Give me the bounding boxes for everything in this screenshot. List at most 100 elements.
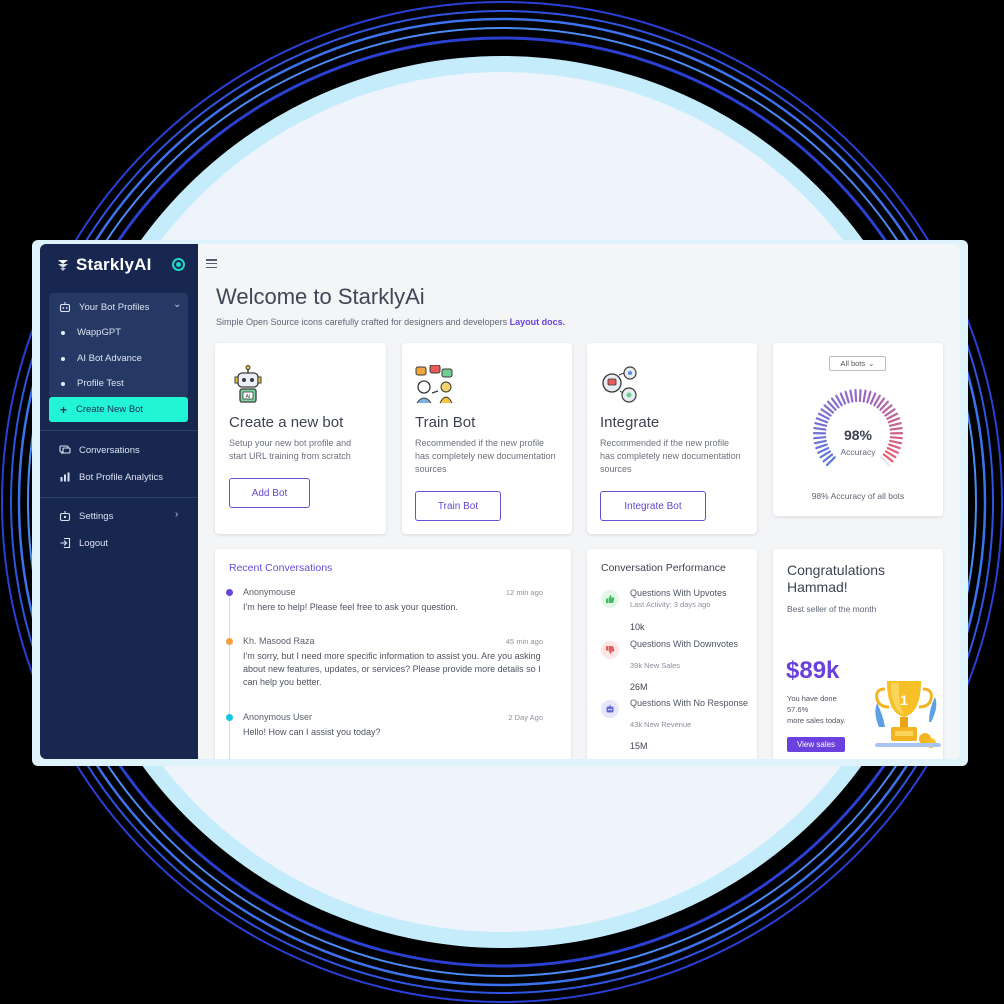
sidebar-item-bot-profiles[interactable]: Your Bot Profiles bbox=[59, 301, 149, 313]
card-title: Create a new bot bbox=[229, 414, 344, 431]
svg-text:AI: AI bbox=[246, 394, 251, 400]
sidebar-divider bbox=[40, 497, 198, 498]
gauge-tick bbox=[849, 389, 854, 403]
congratulations-card: Congratulations Hammad! Best seller of t… bbox=[773, 549, 943, 759]
sidebar-item-label: Conversations bbox=[79, 444, 140, 456]
create-bot-card: AI Create a new bot Setup your new bot p… bbox=[215, 343, 386, 534]
conversation-time: 12 min ago bbox=[505, 588, 543, 597]
bullet-icon bbox=[61, 330, 65, 335]
sidebar: StarklyAI Your Bot Profiles ⌄ WappGPT AI… bbox=[40, 244, 198, 759]
train-bot-button[interactable]: Train Bot bbox=[415, 491, 501, 521]
integrate-bot-button[interactable]: Integrate Bot bbox=[600, 491, 706, 521]
page-title: Welcome to StarklyAi bbox=[216, 284, 425, 309]
create-new-bot-label: Create New Bot bbox=[76, 404, 144, 415]
layout-docs-link[interactable]: Layout docs. bbox=[510, 317, 566, 327]
conversation-time: 2 Day Ago bbox=[508, 713, 543, 722]
status-dot bbox=[226, 638, 233, 645]
chat-icon bbox=[59, 444, 71, 456]
gauge-tick bbox=[854, 388, 858, 403]
sales-line-2: 57.6% bbox=[787, 705, 809, 714]
bullet-icon bbox=[61, 356, 65, 361]
timeline-line bbox=[229, 591, 230, 759]
page-subtitle: Simple Open Source icons carefully craft… bbox=[216, 317, 565, 327]
performance-title: Conversation Performance bbox=[601, 562, 726, 574]
sidebar-item-label: WappGPT bbox=[77, 327, 121, 338]
gauge-tick bbox=[844, 390, 850, 404]
performance-name: Questions With Downvotes bbox=[630, 639, 739, 649]
trophy-icon: 1 bbox=[875, 681, 941, 748]
performance-name: Questions With No Response bbox=[630, 698, 749, 708]
main-content: Welcome to StarklyAi Simple Open Source … bbox=[198, 244, 960, 759]
sidebar-item-label: Profile Test bbox=[77, 378, 124, 389]
bot-face-icon bbox=[601, 700, 619, 718]
performance-value: 10k bbox=[630, 622, 645, 632]
conversation-message: I'm sorry, but I need more specific info… bbox=[243, 651, 541, 687]
brand[interactable]: StarklyAI bbox=[56, 254, 152, 276]
add-bot-button[interactable]: Add Bot bbox=[229, 478, 310, 508]
integrate-card: Integrate Recommended if the new profile… bbox=[587, 343, 757, 534]
integration-gears-icon bbox=[602, 366, 637, 403]
thumbs-down-icon bbox=[601, 641, 619, 659]
congrats-subtitle: Best seller of the month bbox=[787, 604, 877, 614]
gauge-tick bbox=[869, 392, 877, 405]
card-description: Setup your new bot profile and start URL… bbox=[229, 438, 352, 461]
sidebar-item-settings[interactable]: Settings bbox=[59, 510, 113, 522]
menu-icon[interactable] bbox=[206, 259, 217, 268]
accuracy-card: All bots ⌄ 98% Accuracy 98% Accuracy of … bbox=[773, 343, 943, 516]
thumbs-up-icon bbox=[601, 590, 619, 608]
sales-line-3: more sales today. bbox=[787, 716, 846, 725]
card-title: Integrate bbox=[600, 414, 660, 431]
svg-text:1: 1 bbox=[900, 692, 908, 708]
bots-filter-select[interactable]: All bots ⌄ bbox=[829, 356, 886, 371]
bot-profiles-group: Your Bot Profiles ⌄ WappGPT AI Bot Advan… bbox=[49, 293, 188, 397]
chevron-down-icon: ⌄ bbox=[868, 359, 875, 368]
settings-icon bbox=[59, 510, 71, 522]
app-window: StarklyAI Your Bot Profiles ⌄ WappGPT AI… bbox=[40, 244, 960, 759]
robot-icon: AI bbox=[234, 365, 262, 403]
sales-amount: $89k bbox=[786, 657, 840, 684]
sidebar-item-label: Bot Profile Analytics bbox=[79, 471, 163, 483]
create-new-bot-button[interactable]: + Create New Bot bbox=[49, 397, 188, 422]
sidebar-item-label: Logout bbox=[79, 537, 109, 549]
sidebar-toggle-icon[interactable] bbox=[172, 258, 185, 271]
gauge-tick bbox=[815, 417, 829, 424]
accuracy-label: Accuracy bbox=[840, 447, 876, 457]
train-bot-card: Train Bot Recommended if the new profile… bbox=[402, 343, 572, 534]
bullet-icon bbox=[61, 381, 65, 386]
conversation-user: Anonymous User bbox=[243, 712, 313, 722]
chevron-down-icon[interactable]: ⌄ bbox=[173, 299, 181, 310]
sidebar-item-logout[interactable]: Logout bbox=[59, 537, 108, 549]
conversation-time: 45 min ago bbox=[505, 637, 543, 646]
accuracy-value: 98% bbox=[843, 427, 873, 443]
status-dot bbox=[226, 714, 233, 721]
performance-name: Questions With Upvotes bbox=[630, 588, 727, 598]
accuracy-caption: 98% Accuracy of all bots bbox=[811, 491, 905, 501]
sidebar-item-label: Your Bot Profiles bbox=[79, 301, 150, 313]
sidebar-item-profile-ai-bot-advance[interactable]: AI Bot Advance bbox=[55, 353, 142, 364]
gauge-tick bbox=[862, 389, 867, 403]
conversation-performance-card: Conversation Performance Questions With … bbox=[587, 549, 757, 759]
sidebar-item-analytics[interactable]: Bot Profile Analytics bbox=[59, 471, 163, 483]
gauge-tick bbox=[814, 422, 828, 427]
performance-value: 15M bbox=[630, 741, 648, 751]
recent-conversations-card: Recent Conversations Anonymouse 12 min a… bbox=[215, 549, 571, 759]
sidebar-item-label: Settings bbox=[79, 510, 114, 522]
performance-sub: Last Activity: 3 days ago bbox=[630, 600, 711, 609]
conversation-message: I'm here to help! Please feel free to as… bbox=[243, 602, 458, 612]
gauge-tick bbox=[839, 392, 847, 405]
sales-description: You have done 57.6% more sales today. bbox=[787, 693, 846, 726]
conversation-user: Kh. Masood Raza bbox=[243, 636, 315, 646]
sidebar-item-conversations[interactable]: Conversations bbox=[59, 444, 140, 456]
gauge-tick bbox=[887, 417, 901, 424]
brand-logo-icon bbox=[58, 260, 68, 271]
sidebar-item-label: AI Bot Advance bbox=[77, 353, 142, 364]
conversation-user: Anonymouse bbox=[243, 587, 296, 597]
sidebar-item-profile-wappgpt[interactable]: WappGPT bbox=[55, 327, 121, 338]
card-description: Recommended if the new profile has compl… bbox=[600, 438, 741, 474]
view-sales-button[interactable]: View sales bbox=[787, 737, 845, 752]
sales-line-1: You have done bbox=[787, 694, 837, 703]
chevron-right-icon[interactable]: › bbox=[175, 509, 178, 520]
congrats-title: Congratulations Hammad! bbox=[787, 562, 886, 595]
performance-sub: 43k New Revenue bbox=[630, 720, 692, 729]
sidebar-item-profile-test[interactable]: Profile Test bbox=[55, 378, 124, 389]
